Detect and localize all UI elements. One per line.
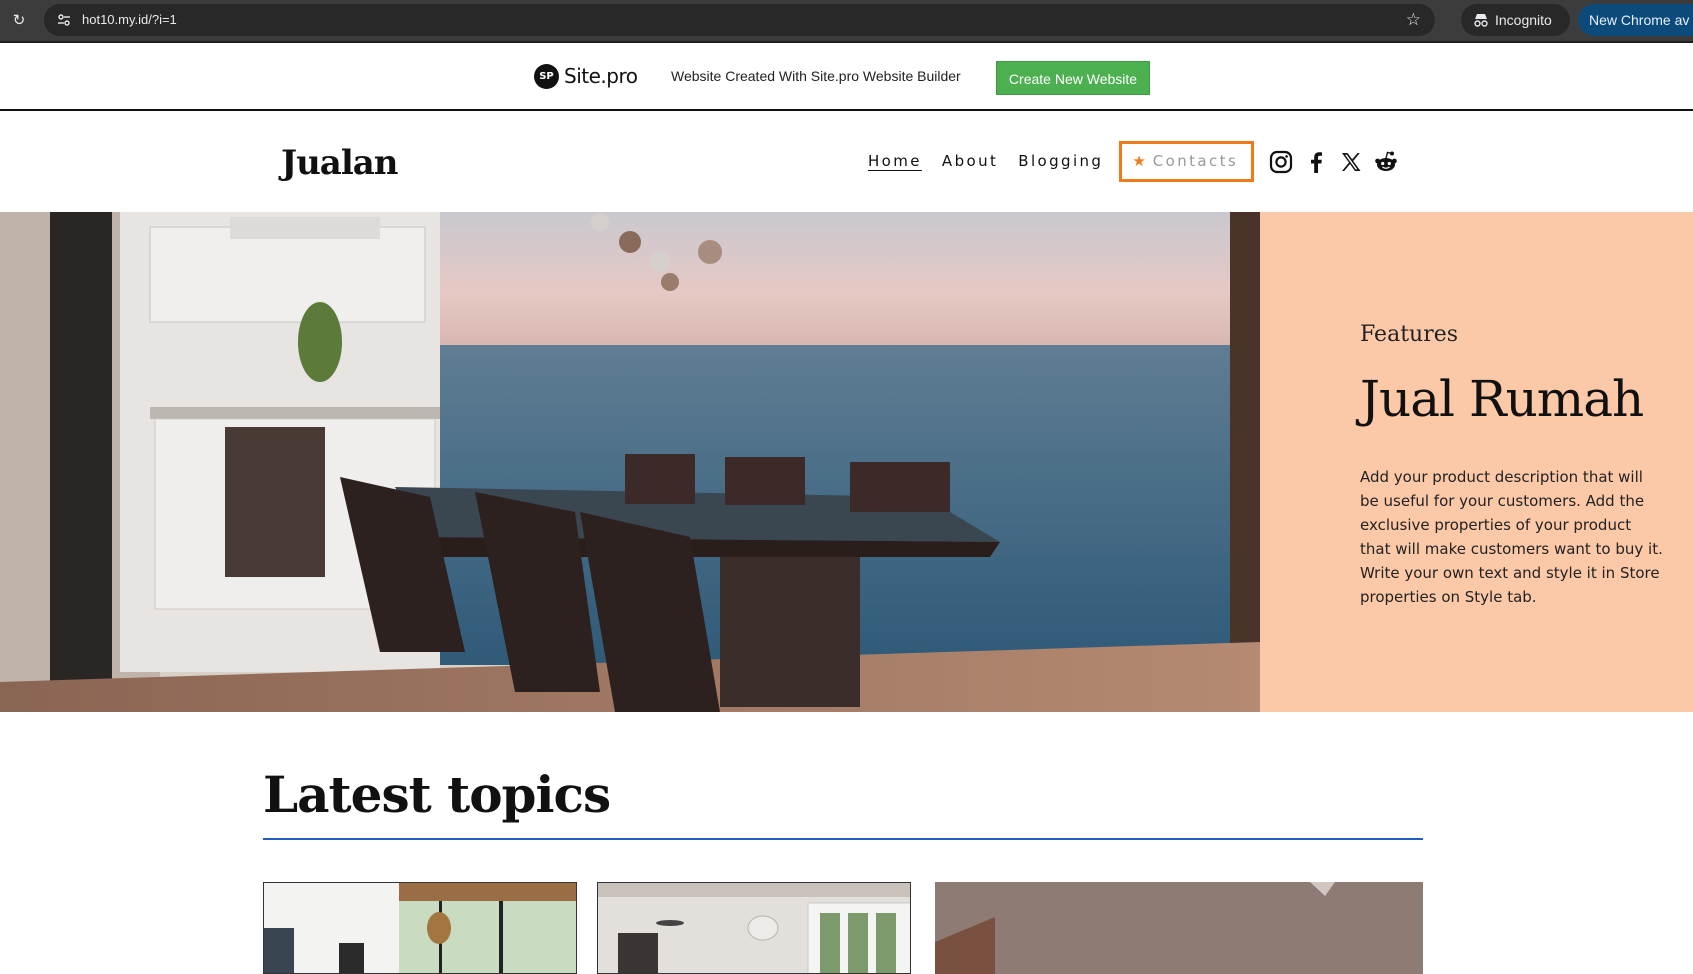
create-website-button[interactable]: Create New Website xyxy=(996,61,1150,95)
sitepro-badge: SP xyxy=(534,63,559,89)
nav-contacts-label: Contacts xyxy=(1152,152,1239,170)
banner-text: Website Created With Site.pro Website Bu… xyxy=(671,68,961,84)
hero-panel: Features Jual Rumah Add your product des… xyxy=(1260,212,1693,712)
site-header: Jualan Home About Blogging ★ Contacts xyxy=(0,113,1693,212)
sitepro-name: Site.pro xyxy=(564,64,638,88)
sitepro-logo[interactable]: SP Site.pro xyxy=(534,63,638,89)
topic-card-1[interactable] xyxy=(263,882,577,974)
url-text[interactable]: hot10.my.id/?i=1 xyxy=(82,4,177,36)
incognito-icon xyxy=(1474,14,1488,27)
main-nav: Home About Blogging ★ Contacts xyxy=(868,140,1255,182)
instagram-icon[interactable] xyxy=(1268,149,1294,175)
nav-about[interactable]: About xyxy=(942,152,998,170)
address-bar[interactable]: hot10.my.id/?i=1 ☆ xyxy=(44,4,1435,36)
sitepro-banner: SP Site.pro Website Created With Site.pr… xyxy=(0,43,1693,111)
reddit-icon[interactable] xyxy=(1373,149,1399,175)
incognito-label: Incognito xyxy=(1495,12,1552,28)
nav-blogging[interactable]: Blogging xyxy=(1018,152,1103,170)
site-logo[interactable]: Jualan xyxy=(281,143,399,183)
star-icon: ★ xyxy=(1132,152,1146,170)
topic-card-2[interactable] xyxy=(597,882,911,974)
hero-image xyxy=(0,212,1260,712)
site-settings-icon[interactable] xyxy=(56,12,72,28)
hero-eyebrow: Features xyxy=(1360,322,1459,347)
section-divider xyxy=(263,838,1423,840)
nav-contacts[interactable]: ★ Contacts xyxy=(1119,140,1255,182)
new-chrome-button[interactable]: New Chrome av xyxy=(1578,4,1693,36)
topic-card-3[interactable] xyxy=(935,882,1423,974)
browser-toolbar: ↻ hot10.my.id/?i=1 ☆ Incognito New Chrom… xyxy=(0,0,1693,41)
reload-icon[interactable]: ↻ xyxy=(10,11,28,29)
facebook-icon[interactable] xyxy=(1303,149,1329,175)
hero-description: Add your product description that will b… xyxy=(1360,468,1663,606)
hero-title: Jual Rumah xyxy=(1360,370,1644,428)
bookmark-star-icon[interactable]: ☆ xyxy=(1406,10,1421,30)
nav-home[interactable]: Home xyxy=(868,152,922,170)
x-icon[interactable] xyxy=(1338,149,1364,175)
incognito-indicator[interactable]: Incognito xyxy=(1461,4,1570,36)
social-links xyxy=(1268,149,1408,175)
section-title: Latest topics xyxy=(263,765,611,824)
